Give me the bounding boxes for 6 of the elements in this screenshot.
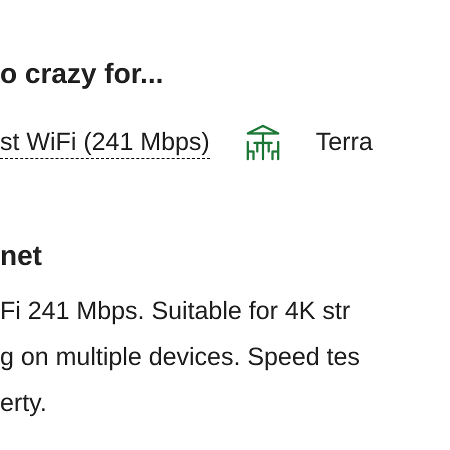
- section-title: net: [0, 239, 43, 273]
- umbrella-table-icon: [244, 123, 282, 161]
- description-text: Fi 241 Mbps. Suitable for 4K str g on multiple devices. Speed tes erty.: [0, 296, 361, 419]
- amenity-label: Terra: [316, 127, 373, 158]
- amenity-label: st WiFi (241 Mbps): [0, 126, 210, 158]
- section-heading: o crazy for...: [0, 57, 164, 91]
